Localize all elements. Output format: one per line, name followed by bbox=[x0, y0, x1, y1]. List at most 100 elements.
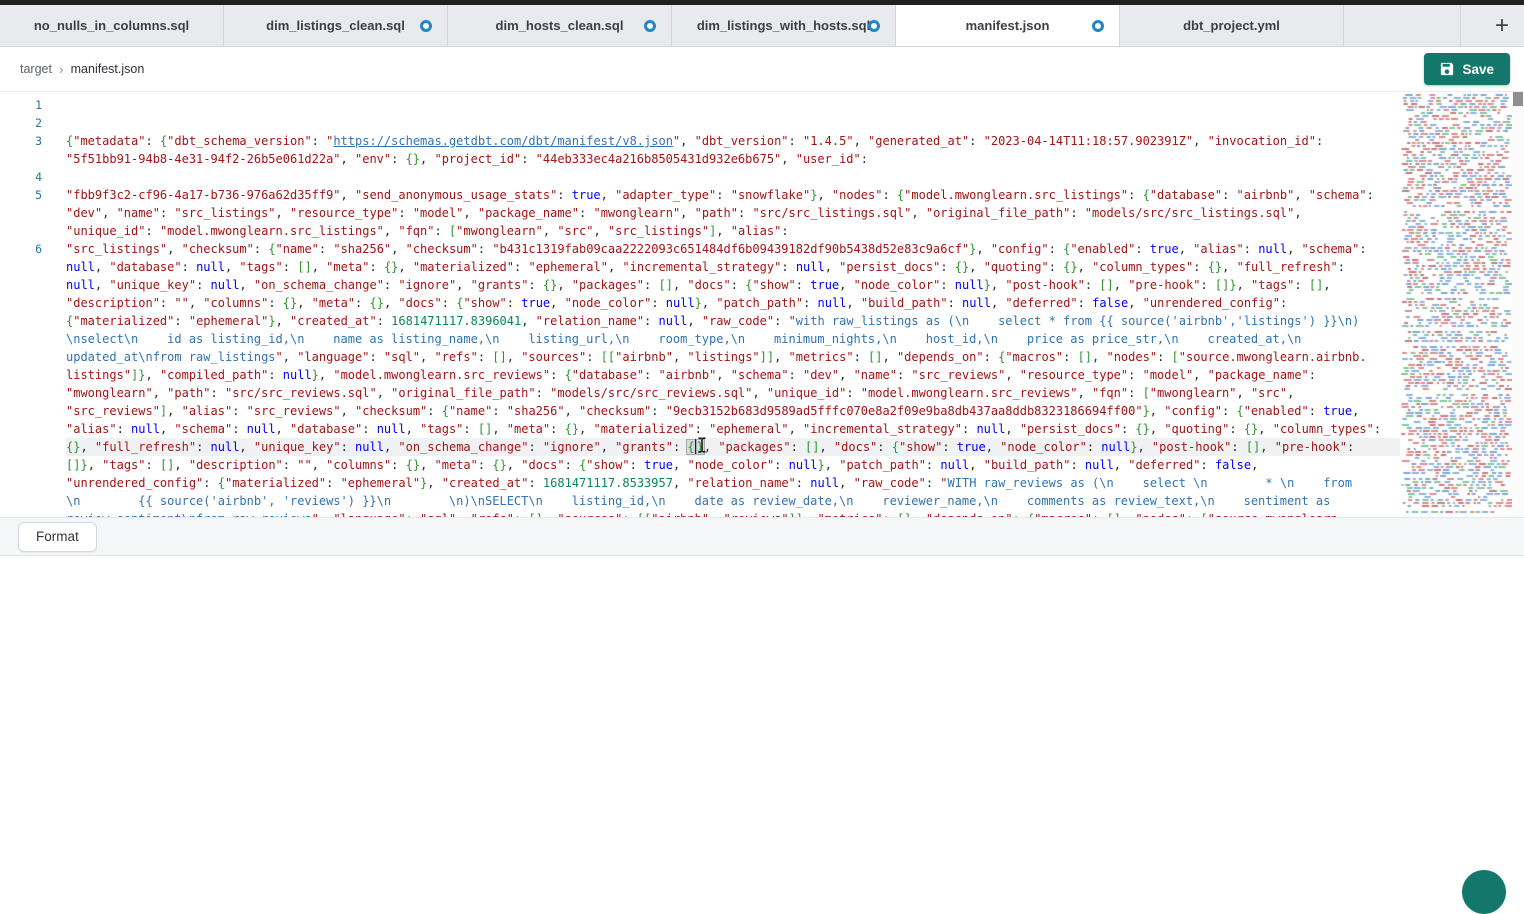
floppy-disk-icon bbox=[1440, 62, 1454, 76]
tab-label: no_nulls_in_columns.sql bbox=[34, 18, 189, 33]
editor-rows: 123{"metadata": {"dbt_schema_version": "… bbox=[0, 96, 1400, 517]
line-number bbox=[0, 312, 42, 330]
code-editor[interactable]: 123{"metadata": {"dbt_schema_version": "… bbox=[0, 92, 1524, 517]
format-toolbar: Format bbox=[0, 517, 1524, 556]
line-number bbox=[0, 204, 42, 222]
code-text: \nselect\n id as listing_id,\n name as l… bbox=[66, 330, 1400, 348]
code-text: listings"]}, "compiled_path": null}, "mo… bbox=[66, 366, 1400, 384]
code-row[interactable]: "alias": null, "schema": null, "database… bbox=[0, 420, 1400, 438]
code-text: review_sentiment\nfrom raw_reviews", "la… bbox=[66, 510, 1400, 517]
code-text: {}, "full_refresh": null, "unique_key": … bbox=[66, 438, 1400, 456]
tab-label: dim_hosts_clean.sql bbox=[496, 18, 624, 33]
line-number bbox=[0, 150, 42, 168]
line-number bbox=[0, 294, 42, 312]
code-text bbox=[66, 96, 1400, 114]
code-row[interactable]: null, "database": null, "tags": [], "met… bbox=[0, 258, 1400, 276]
code-text: "dev", "name": "src_listings", "resource… bbox=[66, 204, 1400, 222]
code-row[interactable]: 5"fbb9f3c2-cf96-4a17-b736-976a62d35ff9",… bbox=[0, 186, 1400, 204]
line-number bbox=[0, 492, 42, 510]
code-text bbox=[66, 114, 1400, 132]
breadcrumb-dir[interactable]: target bbox=[20, 62, 52, 76]
code-row[interactable]: 4 bbox=[0, 168, 1400, 186]
line-number bbox=[0, 384, 42, 402]
file-header-bar: target › manifest.json Save bbox=[0, 47, 1524, 92]
code-text: "5f51bb91-94b8-4e31-94f2-26b5e061d22a", … bbox=[66, 150, 1400, 168]
code-row[interactable]: "src_reviews"], "alias": "src_reviews", … bbox=[0, 402, 1400, 420]
code-text: null, "database": null, "tags": [], "met… bbox=[66, 258, 1400, 276]
unsaved-indicator-icon[interactable] bbox=[644, 20, 656, 32]
line-number bbox=[0, 402, 42, 420]
tab-dim-listings-clean-sql[interactable]: dim_listings_clean.sql bbox=[224, 5, 448, 46]
line-number: 5 bbox=[0, 186, 42, 204]
code-row[interactable]: "unique_id": "model.mwonglearn.src_listi… bbox=[0, 222, 1400, 240]
code-row[interactable]: "mwonglearn", "path": "src/src_reviews.s… bbox=[0, 384, 1400, 402]
line-number bbox=[0, 438, 42, 456]
code-row[interactable]: 1 bbox=[0, 96, 1400, 114]
chevron-right-icon: › bbox=[59, 61, 64, 77]
save-button[interactable]: Save bbox=[1424, 53, 1510, 85]
line-number bbox=[0, 474, 42, 492]
code-text: "unrendered_config": {"materialized": "e… bbox=[66, 474, 1400, 492]
tab-strip: no_nulls_in_columns.sql dim_listings_clea… bbox=[0, 5, 1344, 46]
code-text: "description": "", "columns": {}, "meta"… bbox=[66, 294, 1400, 312]
tab-dim-hosts-clean-sql[interactable]: dim_hosts_clean.sql bbox=[448, 5, 672, 46]
code-text: updated_at\nfrom raw_listings", "languag… bbox=[66, 348, 1400, 366]
line-number: 6 bbox=[0, 240, 42, 258]
editor-tab-bar: no_nulls_in_columns.sql dim_listings_clea… bbox=[0, 5, 1524, 47]
unsaved-indicator-icon[interactable] bbox=[420, 20, 432, 32]
tab-label: dim_listings_clean.sql bbox=[266, 18, 405, 33]
code-row[interactable]: 6 "src_listings", "checksum": {"name": "s… bbox=[0, 240, 1400, 258]
save-button-label: Save bbox=[1462, 62, 1494, 77]
tab-no-nulls-in-columns-sql[interactable]: no_nulls_in_columns.sql bbox=[0, 5, 224, 46]
tab-dim-listings-with-hosts-sql[interactable]: dim_listings_with_hosts.sql bbox=[672, 5, 896, 46]
code-row[interactable]: null, "unique_key": null, "on_schema_cha… bbox=[0, 276, 1400, 294]
tab-label: dbt_project.yml bbox=[1183, 18, 1280, 33]
code-row[interactable]: "unrendered_config": {"materialized": "e… bbox=[0, 474, 1400, 492]
code-row[interactable]: {"materialized": "ephemeral"}, "created_… bbox=[0, 312, 1400, 330]
code-row[interactable]: {}, "full_refresh": null, "unique_key": … bbox=[0, 438, 1400, 456]
code-text: "src_reviews"], "alias": "src_reviews", … bbox=[66, 402, 1400, 420]
tab-label: manifest.json bbox=[966, 18, 1050, 33]
code-row[interactable]: \n {{ source('airbnb', 'reviews') }}\n \… bbox=[0, 492, 1400, 510]
code-text bbox=[66, 168, 1400, 186]
line-number: 1 bbox=[0, 96, 42, 114]
line-number bbox=[0, 366, 42, 384]
code-text: \n {{ source('airbnb', 'reviews') }}\n \… bbox=[66, 492, 1400, 510]
code-row[interactable]: \nselect\n id as listing_id,\n name as l… bbox=[0, 330, 1400, 348]
code-text: "alias": null, "schema": null, "database… bbox=[66, 420, 1400, 438]
tab-bar-divider bbox=[1460, 5, 1461, 47]
line-number: 3 bbox=[0, 132, 42, 150]
line-number bbox=[0, 456, 42, 474]
tab-manifest-json[interactable]: manifest.json bbox=[896, 5, 1120, 46]
line-number: 4 bbox=[0, 168, 42, 186]
new-tab-button[interactable]: + bbox=[1484, 5, 1520, 47]
unsaved-indicator-icon[interactable] bbox=[868, 20, 880, 32]
plus-icon: + bbox=[1495, 14, 1509, 38]
code-text: {"materialized": "ephemeral"}, "created_… bbox=[66, 312, 1400, 330]
unsaved-indicator-icon[interactable] bbox=[1092, 20, 1104, 32]
line-number bbox=[0, 258, 42, 276]
tab-dbt-project-yml[interactable]: dbt_project.yml bbox=[1120, 5, 1344, 46]
code-row[interactable]: review_sentiment\nfrom raw_reviews", "la… bbox=[0, 510, 1400, 517]
code-text: "unique_id": "model.mwonglearn.src_listi… bbox=[66, 222, 1400, 240]
code-row[interactable]: "5f51bb91-94b8-4e31-94f2-26b5e061d22a", … bbox=[0, 150, 1400, 168]
editor-scrollbar[interactable] bbox=[1512, 92, 1524, 517]
scrollbar-thumb[interactable] bbox=[1513, 92, 1523, 106]
line-number bbox=[0, 420, 42, 438]
code-row[interactable]: listings"]}, "compiled_path": null}, "mo… bbox=[0, 366, 1400, 384]
help-chat-bubble[interactable] bbox=[1462, 870, 1506, 914]
code-row[interactable]: 3{"metadata": {"dbt_schema_version": "ht… bbox=[0, 132, 1400, 150]
tab-label: dim_listings_with_hosts.sql bbox=[697, 18, 870, 33]
code-row[interactable]: "description": "", "columns": {}, "meta"… bbox=[0, 294, 1400, 312]
breadcrumb-file[interactable]: manifest.json bbox=[71, 62, 145, 76]
format-button[interactable]: Format bbox=[18, 522, 97, 552]
line-number bbox=[0, 330, 42, 348]
code-text: "src_listings", "checksum": {"name": "sh… bbox=[66, 240, 1400, 258]
minimap[interactable] bbox=[1400, 92, 1512, 517]
line-number bbox=[0, 348, 42, 366]
line-number bbox=[0, 510, 42, 517]
code-row[interactable]: 2 bbox=[0, 114, 1400, 132]
code-row[interactable]: []}, "tags": [], "description": "", "col… bbox=[0, 456, 1400, 474]
code-row[interactable]: updated_at\nfrom raw_listings", "languag… bbox=[0, 348, 1400, 366]
code-row[interactable]: "dev", "name": "src_listings", "resource… bbox=[0, 204, 1400, 222]
